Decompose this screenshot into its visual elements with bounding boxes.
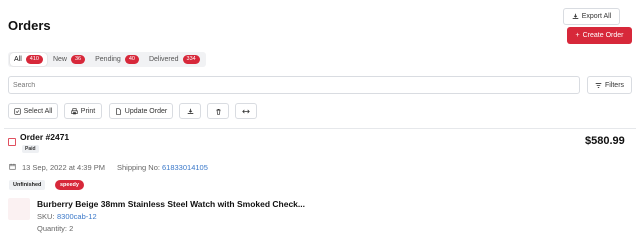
delivery-type-badge: speedy	[55, 180, 84, 190]
filter-icon	[595, 82, 602, 89]
export-all-label: Export All	[581, 13, 612, 20]
sku-label: SKU:	[37, 212, 55, 221]
product-thumbnail	[8, 198, 30, 220]
delete-button[interactable]	[207, 103, 229, 119]
printer-icon	[71, 107, 78, 115]
trash-icon	[215, 108, 222, 115]
tab-label: Pending	[95, 56, 121, 63]
filters-label: Filters	[604, 81, 625, 89]
select-all-label: Select All	[23, 107, 53, 115]
fulfillment-status-badge: Unfinished	[9, 180, 46, 190]
download-button[interactable]	[179, 103, 201, 119]
print-button[interactable]: Print	[64, 103, 102, 119]
tab-pending[interactable]: Pending 40	[91, 53, 143, 66]
update-order-button[interactable]: Update Order	[109, 103, 173, 119]
plus-icon: +	[575, 32, 580, 39]
shipping-number-link[interactable]: 61833014105	[162, 163, 208, 172]
tab-count-badge: 334	[182, 55, 200, 64]
search-input[interactable]	[8, 76, 580, 94]
product-quantity: Quantity: 2	[37, 224, 74, 233]
status-tabs: All 410 New 36 Pending 40 Delivered 334	[8, 52, 206, 67]
tab-delivered[interactable]: Delivered 334	[145, 53, 204, 66]
document-icon	[115, 107, 122, 115]
order-total: $580.99	[585, 135, 625, 147]
print-label: Print	[80, 107, 96, 115]
order-checkbox[interactable]	[8, 138, 16, 146]
order-date: 13 Sep, 2022 at 4:39 PM	[22, 163, 105, 172]
order-card[interactable]	[4, 128, 636, 238]
filters-button[interactable]: Filters	[587, 76, 632, 94]
expand-button[interactable]	[235, 103, 257, 119]
download-icon	[187, 108, 194, 115]
tab-count-badge: 36	[70, 55, 86, 64]
sku-link[interactable]: 8300cab-12	[57, 212, 97, 221]
tab-all[interactable]: All 410	[10, 53, 47, 66]
export-all-button[interactable]: Export All	[563, 8, 620, 25]
checkbox-icon	[13, 107, 21, 115]
calendar-icon	[9, 163, 16, 170]
order-id[interactable]: Order #2471	[20, 132, 69, 142]
page-title: Orders	[8, 18, 51, 33]
tab-count-badge: 410	[25, 55, 43, 64]
download-icon	[572, 13, 579, 20]
payment-status-badge: Paid	[22, 145, 39, 153]
tab-label: Delivered	[148, 56, 179, 63]
product-name[interactable]: Burberry Beige 38mm Stainless Steel Watc…	[37, 199, 305, 209]
tab-new[interactable]: New 36	[49, 53, 89, 66]
create-order-label: Create Order	[582, 32, 624, 39]
update-order-label: Update Order	[124, 107, 168, 115]
select-all-button[interactable]: Select All	[8, 103, 58, 119]
tab-label: New	[52, 56, 67, 63]
create-order-button[interactable]: + Create Order	[567, 27, 632, 44]
expand-arrows-icon	[242, 108, 250, 115]
tab-count-badge: 40	[124, 55, 139, 64]
shipping-label: Shipping No:	[117, 163, 160, 172]
tab-label: All	[14, 56, 22, 63]
